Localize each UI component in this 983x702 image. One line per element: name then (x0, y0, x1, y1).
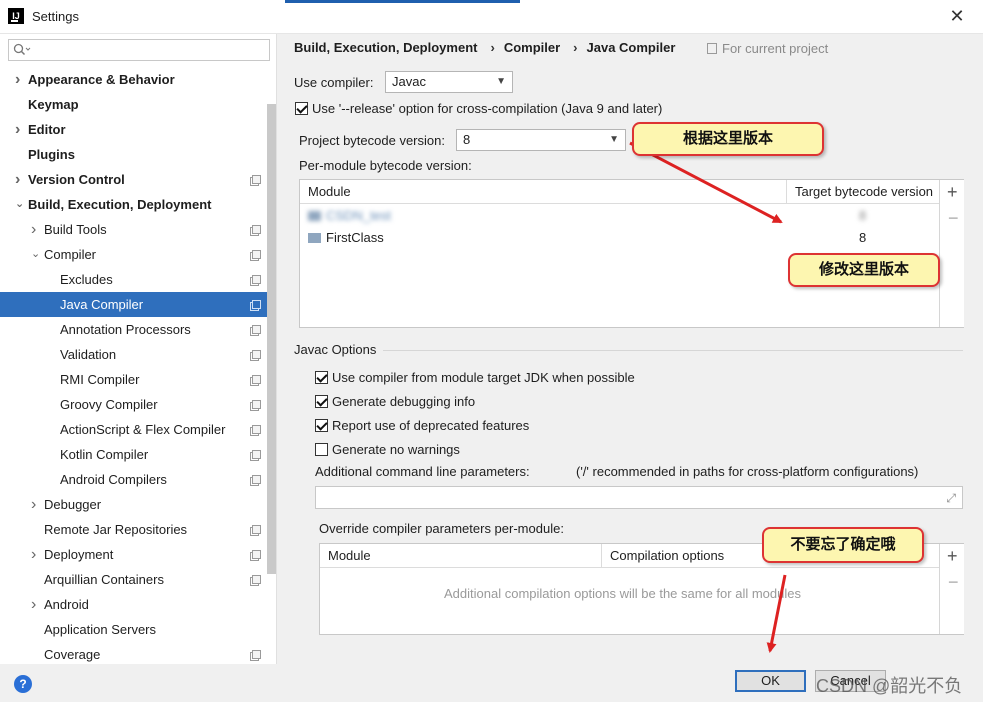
watermark: CSDN @韶光不负 (816, 676, 963, 696)
arrow-to-ok-button (766, 574, 787, 653)
callout-modify-version: 修改这里版本 (788, 253, 940, 287)
help-icon[interactable]: ? (14, 675, 32, 693)
ok-button[interactable]: OK (735, 670, 806, 692)
callout-check-version: 根据这里版本 (632, 122, 824, 156)
callout-remember-ok: 不要忘了确定哦 (762, 527, 924, 563)
annotation-arrows (629, 141, 787, 653)
